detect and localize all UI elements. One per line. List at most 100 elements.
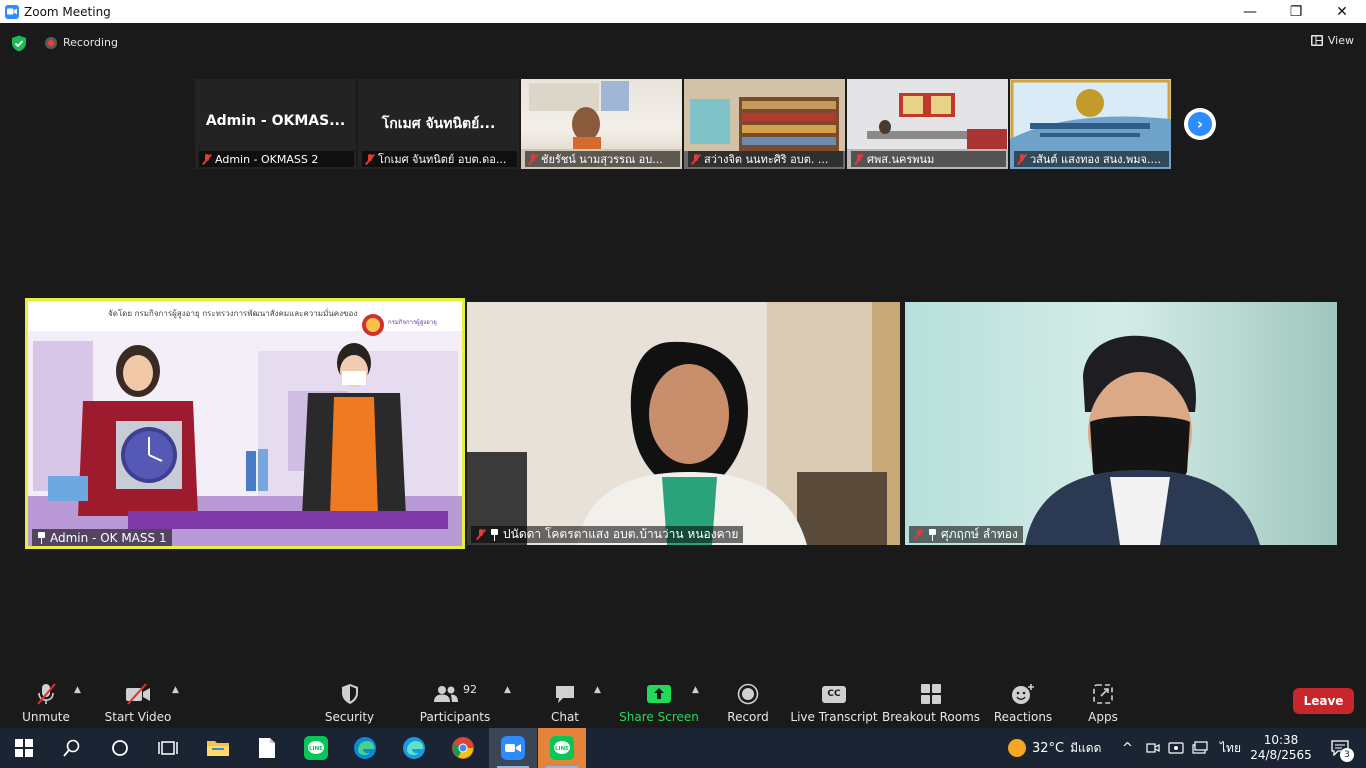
pin-icon bbox=[928, 528, 937, 541]
taskbar-chrome[interactable] bbox=[439, 728, 487, 768]
leave-meeting-button[interactable]: Leave bbox=[1293, 688, 1354, 714]
task-view-icon bbox=[158, 741, 178, 755]
start-video-button[interactable]: Start Video bbox=[104, 675, 172, 727]
minimize-button[interactable]: — bbox=[1227, 0, 1273, 23]
notification-center-button[interactable]: 3 bbox=[1320, 728, 1360, 768]
search-button[interactable] bbox=[48, 728, 96, 768]
chat-label: Chat bbox=[550, 710, 580, 724]
broadcast-logo-text: กรมกิจการผู้สูงอายุ bbox=[388, 319, 437, 326]
live-transcript-label: Live Transcript bbox=[790, 710, 878, 724]
search-icon bbox=[63, 739, 80, 757]
language-indicator[interactable]: ไทย bbox=[1220, 728, 1241, 768]
breakout-rooms-button[interactable]: Breakout Rooms bbox=[882, 675, 980, 727]
chat-button[interactable]: Chat bbox=[545, 675, 585, 727]
chat-options-caret-icon[interactable]: ▲ bbox=[594, 685, 601, 695]
encryption-shield-icon[interactable] bbox=[11, 35, 27, 52]
participants-count: 92 bbox=[463, 682, 477, 696]
next-page-button[interactable]: › bbox=[1184, 108, 1216, 140]
participants-button[interactable]: 92 Participants bbox=[420, 675, 491, 727]
edge-beta-browser-icon bbox=[403, 737, 425, 759]
taskbar-line-window[interactable]: LINE bbox=[538, 728, 586, 768]
taskbar-file-explorer[interactable] bbox=[194, 728, 242, 768]
participant-name-tag: โกเมศ จันทนิตย์ อบต.ดอ... bbox=[362, 151, 517, 167]
screen-capture-tray-icon[interactable] bbox=[1168, 728, 1184, 768]
participant-video-tile[interactable]: ศุภฤกษ์ ลำทอง bbox=[905, 302, 1337, 545]
share-screen-icon bbox=[647, 685, 671, 703]
taskbar-zoom[interactable] bbox=[489, 728, 537, 768]
pin-icon bbox=[490, 528, 499, 541]
weather-temperature: 32°C bbox=[1032, 740, 1065, 756]
meet-now-tray-icon[interactable] bbox=[1146, 728, 1160, 768]
pin-icon bbox=[37, 531, 46, 544]
unmute-button[interactable]: Unmute bbox=[22, 675, 70, 727]
participant-name-tag: Admin - OKMASS 2 bbox=[199, 151, 354, 167]
participant-video-thumbnail[interactable]: ชัยรัชน์ นามสุวรรณ อบ... bbox=[521, 79, 682, 169]
participant-name: Admin - OKMASS 2 bbox=[215, 152, 319, 166]
document-icon bbox=[259, 738, 275, 758]
apps-button[interactable]: Apps bbox=[1082, 675, 1124, 727]
mic-muted-icon bbox=[1017, 153, 1027, 165]
participant-name-tag: ศพส.นครพนม bbox=[851, 151, 1006, 167]
participant-video-thumbnail[interactable]: สว่างจิต นนทะศิริ อบต. ... bbox=[684, 79, 845, 169]
reactions-button[interactable]: Reactions bbox=[994, 675, 1052, 727]
participant-video-tile[interactable]: ปนัดดา โคตรตาแสง อบต.บ้านว่าน หนองคาย bbox=[467, 302, 900, 545]
clock[interactable]: 10:38 24/8/2565 bbox=[1250, 728, 1312, 768]
audio-options-caret-icon[interactable]: ▲ bbox=[74, 685, 81, 695]
maximize-button[interactable]: ❐ bbox=[1273, 0, 1319, 23]
participant-video-thumbnail[interactable]: วสันต์ แสงทอง สนง.พมจ.... bbox=[1010, 79, 1171, 169]
network-icon[interactable] bbox=[1192, 728, 1208, 768]
mic-muted-icon bbox=[365, 153, 375, 165]
line-app-icon: LINE bbox=[550, 736, 574, 760]
close-button[interactable]: ✕ bbox=[1319, 0, 1365, 23]
participant-name-tag: วสันต์ แสงทอง สนง.พมจ.... bbox=[1014, 151, 1169, 167]
active-speaker-tile[interactable]: จัดโดย กรมกิจการผู้สูงอายุ กระทรวงการพัฒ… bbox=[25, 298, 465, 549]
taskbar-notepad[interactable] bbox=[243, 728, 291, 768]
mic-muted-icon bbox=[691, 153, 701, 165]
participant-name: ศุภฤกษ์ ลำทอง bbox=[941, 527, 1018, 541]
cortana-icon bbox=[112, 740, 128, 756]
meeting-info-bar: Recording View bbox=[0, 23, 1366, 61]
record-label: Record bbox=[727, 710, 769, 724]
taskbar-edge[interactable] bbox=[341, 728, 389, 768]
unmute-label: Unmute bbox=[22, 710, 70, 724]
view-button[interactable]: View bbox=[1310, 34, 1354, 47]
participant-name: ศพส.นครพนม bbox=[867, 153, 935, 166]
grid-view-icon bbox=[1310, 35, 1323, 46]
participant-name: ชัยรัชน์ นามสุวรรณ อบ... bbox=[541, 153, 663, 166]
line-app-icon: LINE bbox=[304, 736, 328, 760]
participant-display-name: โกเมศ จันทนิตย์... bbox=[381, 116, 496, 132]
mic-muted-icon bbox=[914, 529, 924, 540]
windows-logo-icon bbox=[15, 739, 33, 757]
share-screen-button[interactable]: Share Screen bbox=[619, 675, 699, 727]
task-view-button[interactable] bbox=[144, 728, 192, 768]
broadcast-banner-text: จัดโดย กรมกิจการผู้สูงอายุ กระทรวงการพัฒ… bbox=[108, 309, 358, 318]
recording-label: Recording bbox=[63, 36, 119, 49]
window-titlebar: Zoom Meeting — ❐ ✕ bbox=[0, 0, 1366, 23]
live-transcript-button[interactable]: CC Live Transcript bbox=[790, 675, 878, 727]
participant-thumbnail[interactable]: Admin - OKMAS... Admin - OKMASS 2 bbox=[195, 79, 356, 169]
taskbar-line[interactable]: LINE bbox=[292, 728, 340, 768]
taskbar-edge-beta[interactable] bbox=[390, 728, 438, 768]
participant-name: โกเมศ จันทนิตย์ อบต.ดอ... bbox=[378, 153, 507, 166]
recording-indicator[interactable]: Recording bbox=[45, 36, 118, 49]
participant-name: ปนัดดา โคตรตาแสง อบต.บ้านว่าน หนองคาย bbox=[503, 527, 739, 541]
share-options-caret-icon[interactable]: ▲ bbox=[692, 685, 699, 695]
edge-browser-icon bbox=[354, 737, 376, 759]
cortana-button[interactable] bbox=[96, 728, 144, 768]
weather-widget[interactable]: 32°C มีแดด bbox=[1008, 728, 1101, 768]
start-button[interactable] bbox=[0, 728, 48, 768]
breakout-rooms-icon bbox=[921, 684, 941, 704]
participant-name: วสันต์ แสงทอง สนง.พมจ.... bbox=[1030, 153, 1161, 166]
mic-muted-icon bbox=[202, 153, 212, 165]
security-button[interactable]: Security bbox=[322, 675, 377, 727]
video-options-caret-icon[interactable]: ▲ bbox=[172, 685, 179, 695]
participant-name-tag: ปนัดดา โคตรตาแสง อบต.บ้านว่าน หนองคาย bbox=[471, 526, 744, 543]
participant-thumbnail[interactable]: โกเมศ จันทนิตย์... โกเมศ จันทนิตย์ อบต.ด… bbox=[358, 79, 519, 169]
microphone-muted-icon bbox=[37, 683, 56, 705]
record-button[interactable]: Record bbox=[725, 675, 771, 727]
windows-taskbar: LINE LINE 32°C มีแดด ^ ไทย 10:38 24/8/25… bbox=[0, 728, 1366, 768]
participant-video-thumbnail[interactable]: ศพส.นครพนม bbox=[847, 79, 1008, 169]
participants-options-caret-icon[interactable]: ▲ bbox=[504, 685, 511, 695]
show-hidden-icons-button[interactable]: ^ bbox=[1122, 728, 1133, 768]
mic-muted-icon bbox=[528, 153, 538, 165]
